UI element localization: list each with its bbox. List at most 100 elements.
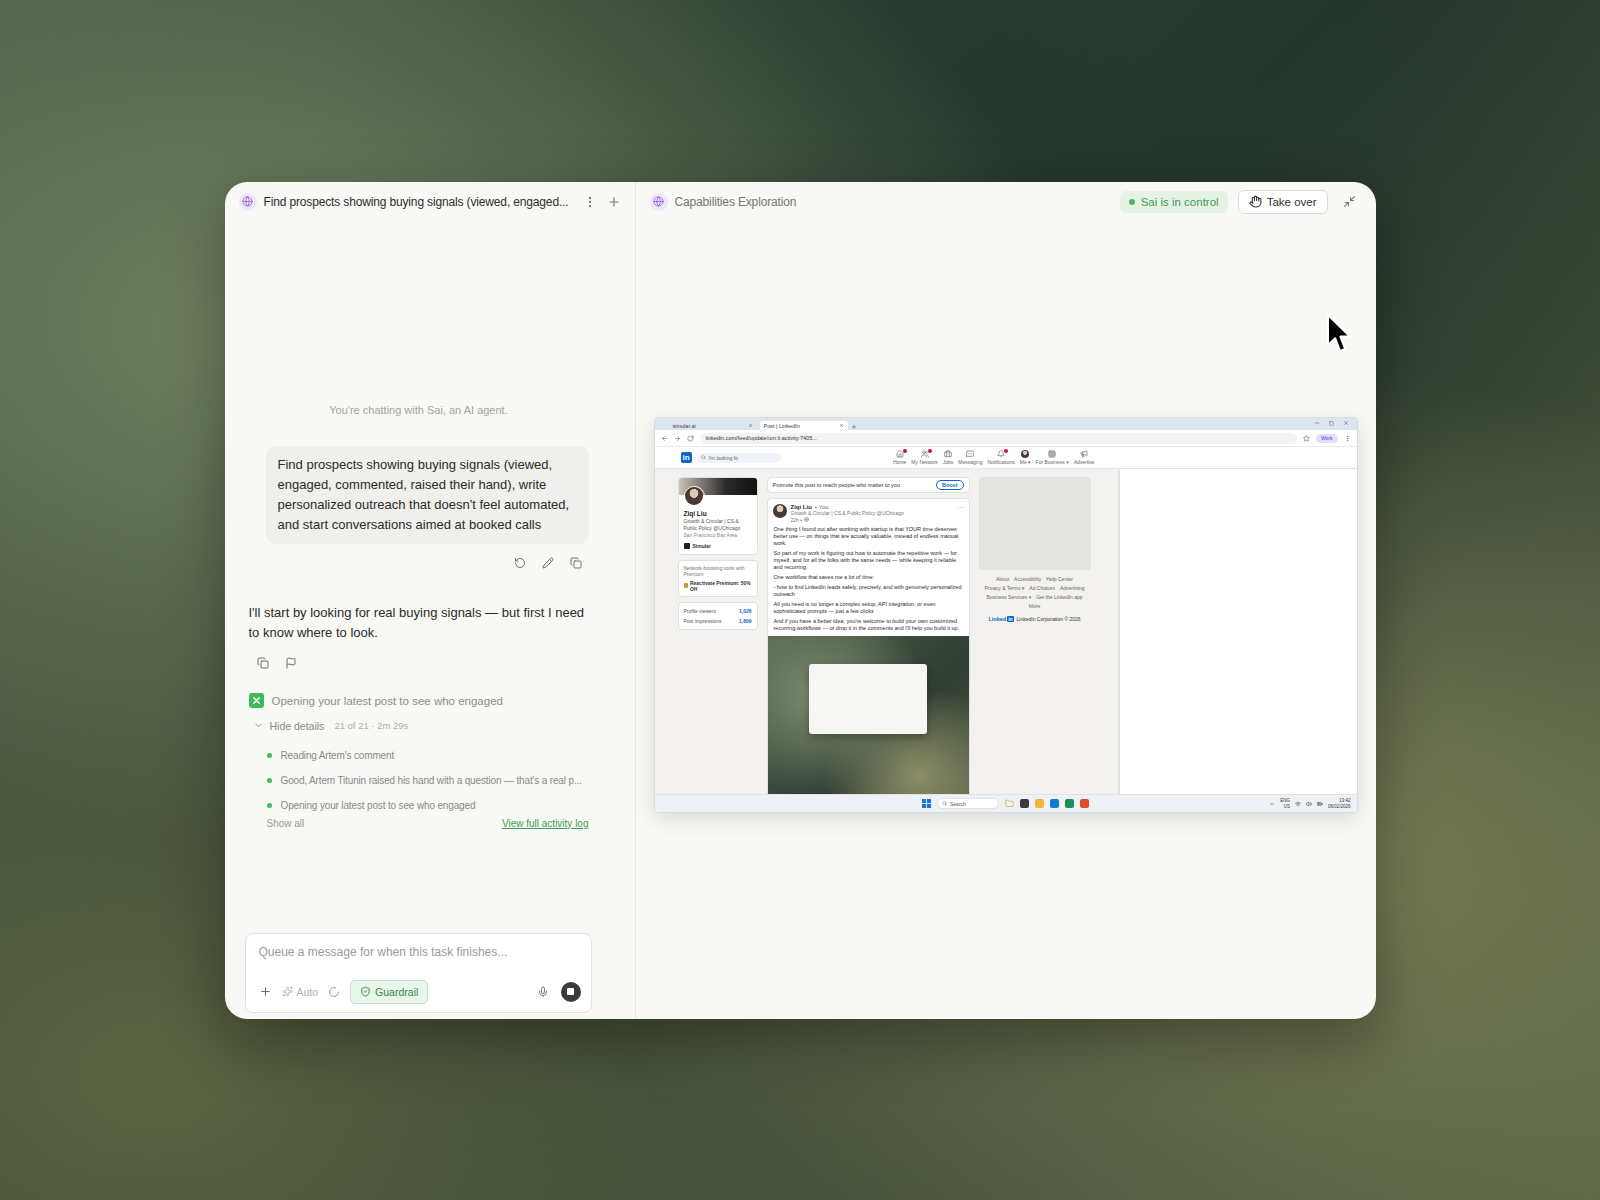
post-media[interactable] — [768, 636, 969, 795]
flag-icon[interactable] — [285, 657, 297, 669]
volume-icon[interactable] — [1306, 801, 1312, 807]
footer-link[interactable]: Help Center — [1046, 576, 1073, 583]
linkedin-nav-item[interactable]: Advertise — [1074, 450, 1095, 465]
take-over-button[interactable]: Take over — [1238, 190, 1328, 214]
guardrail-chip[interactable]: Guardrail — [350, 980, 428, 1004]
post-time-text: 22h • — [791, 517, 802, 523]
minimize-icon[interactable] — [1314, 420, 1320, 426]
post-avatar[interactable] — [773, 504, 787, 518]
tab-label: simular.ai — [673, 423, 696, 429]
stop-button[interactable] — [561, 982, 581, 1002]
post-paragraph: All you need is no longer a complex setu… — [774, 601, 963, 615]
taskbar: Search ENGUS 13:4206/02/2026 — [655, 794, 1357, 812]
profile-name: Ziqi Liu — [684, 510, 752, 517]
stat-row[interactable]: Profile viewers1,026 — [684, 607, 752, 615]
premium-icon — [684, 583, 688, 588]
step-dot — [267, 753, 272, 758]
footer-link[interactable]: Privacy & Terms ▾ — [984, 585, 1024, 592]
agent-header: Capabilities ExplorationSai is in contro… — [636, 182, 1376, 222]
post-menu[interactable]: ··· — [958, 504, 964, 510]
window-controls — [1314, 420, 1357, 428]
linkedin-logo[interactable]: in — [681, 452, 692, 463]
copyright: LinkedinLinkedIn Corporation © 2026 — [979, 616, 1091, 622]
plus-icon — [259, 985, 272, 998]
forward-icon[interactable] — [674, 435, 681, 442]
windows-logo-icon[interactable] — [922, 799, 931, 808]
post-author[interactable]: Ziqi Liu• You — [791, 504, 954, 510]
date: 06/02/2026 — [1328, 804, 1351, 810]
browser-tab[interactable]: simular.ai — [669, 421, 757, 430]
app-icon[interactable] — [1050, 799, 1059, 808]
close-window-icon[interactable] — [1343, 420, 1349, 426]
activity-log-link[interactable]: View full activity log — [502, 818, 589, 829]
app-icon[interactable] — [1065, 799, 1074, 808]
new-chat-icon[interactable] — [607, 195, 621, 209]
chat-body: You're chatting with Sai, an AI agent.Fi… — [225, 222, 635, 933]
linkedin-nav-item[interactable]: For Business ▾ — [1036, 450, 1069, 465]
premium-card[interactable]: Network-boosting tools with PremiumReact… — [678, 560, 758, 597]
language-indicator[interactable]: ENGUS — [1280, 798, 1290, 809]
bookmark-star-icon[interactable] — [1303, 435, 1310, 442]
retry-icon[interactable] — [514, 557, 526, 569]
chat-title[interactable]: Find prospects showing buying signals (v… — [264, 195, 569, 209]
file-explorer-icon[interactable] — [1005, 799, 1014, 808]
linkedin-nav-item[interactable]: My Network — [911, 450, 937, 465]
linkedin-nav-item[interactable]: Me ▾ — [1020, 450, 1031, 465]
post-body: One thing I found out after working with… — [768, 526, 969, 636]
composer-placeholder: Queue a message for when this task finis… — [259, 945, 581, 959]
profile-card[interactable]: Ziqi LiuGrowth & Circular | CS & Public … — [678, 477, 758, 555]
mode-toggle[interactable]: Auto — [282, 986, 319, 998]
linkedin-search[interactable]: I'm looking fo — [697, 453, 781, 463]
browser-menu-icon[interactable] — [1344, 435, 1351, 442]
tray-overflow-icon[interactable] — [1269, 801, 1275, 807]
url-field[interactable]: linkedin.com/feed/update/urn:li:activity… — [700, 433, 1297, 444]
footer-link[interactable]: Ad Choices — [1029, 585, 1055, 592]
step-text: Opening your latest post to see who enga… — [281, 800, 476, 811]
app-icon[interactable] — [1020, 799, 1029, 808]
system-tray: ENGUS 13:4206/02/2026 — [1269, 798, 1350, 809]
battery-icon[interactable] — [1317, 801, 1323, 807]
collapse-button[interactable] — [1338, 190, 1362, 214]
reload-icon[interactable] — [687, 435, 694, 442]
copy-icon[interactable] — [257, 657, 269, 669]
linkedin-nav-item[interactable]: Jobs — [943, 450, 954, 465]
taskbar-search[interactable]: Search — [937, 798, 999, 809]
details-toggle[interactable]: Hide details21 of 21 · 2m 29s — [249, 718, 589, 734]
avatar-image — [685, 487, 703, 505]
footer-links: About Accessibility Help Center Privacy & T… — [979, 576, 1091, 610]
more-icon[interactable] — [583, 195, 597, 209]
attach-button[interactable] — [259, 985, 272, 998]
edit-icon[interactable] — [542, 557, 554, 569]
copy-icon[interactable] — [570, 557, 582, 569]
footer-link[interactable]: More — [1029, 603, 1040, 610]
back-icon[interactable] — [661, 435, 668, 442]
linkedin-nav-item[interactable]: Messaging — [958, 450, 982, 465]
linkedin-nav-item[interactable]: Home — [893, 450, 906, 465]
region: US — [1284, 804, 1290, 810]
footer-link[interactable]: Get the LinkedIn app — [1036, 594, 1082, 601]
footer-link[interactable]: About — [996, 576, 1009, 583]
app-icon[interactable] — [1080, 799, 1089, 808]
maximize-icon[interactable] — [1329, 421, 1334, 426]
mic-button[interactable] — [537, 986, 549, 998]
close-icon[interactable] — [748, 423, 753, 428]
footer-link[interactable]: Business Services ▾ — [986, 594, 1031, 601]
app-icon[interactable] — [1035, 799, 1044, 808]
boost-button[interactable]: Boost — [936, 480, 964, 490]
wifi-icon[interactable] — [1295, 801, 1301, 807]
step-item: Reading Artem's comment — [267, 747, 589, 765]
browser-profile[interactable]: Work — [1316, 434, 1338, 443]
footer-link[interactable]: Advertising — [1060, 585, 1085, 592]
footer-link[interactable]: Accessibility — [1014, 576, 1041, 583]
message-composer[interactable]: Queue a message for when this task finis… — [245, 933, 592, 1013]
stat-row[interactable]: Post impressions1,809 — [684, 617, 752, 625]
clock[interactable]: 13:4206/02/2026 — [1328, 798, 1351, 809]
linkedin-nav-item[interactable]: Notifications — [987, 450, 1014, 465]
profile-headline: Growth & Circular | CS & Public Policy @… — [684, 518, 752, 531]
show-all-button[interactable]: Show all — [267, 818, 305, 829]
nav-label: Advertise — [1074, 459, 1095, 465]
close-icon[interactable] — [839, 423, 844, 428]
browser-tab[interactable]: Post | LinkedIn — [760, 421, 848, 430]
linkedin-feed: Ziqi LiuGrowth & Circular | CS & Public … — [655, 469, 1120, 794]
chevron-icon — [253, 720, 264, 731]
